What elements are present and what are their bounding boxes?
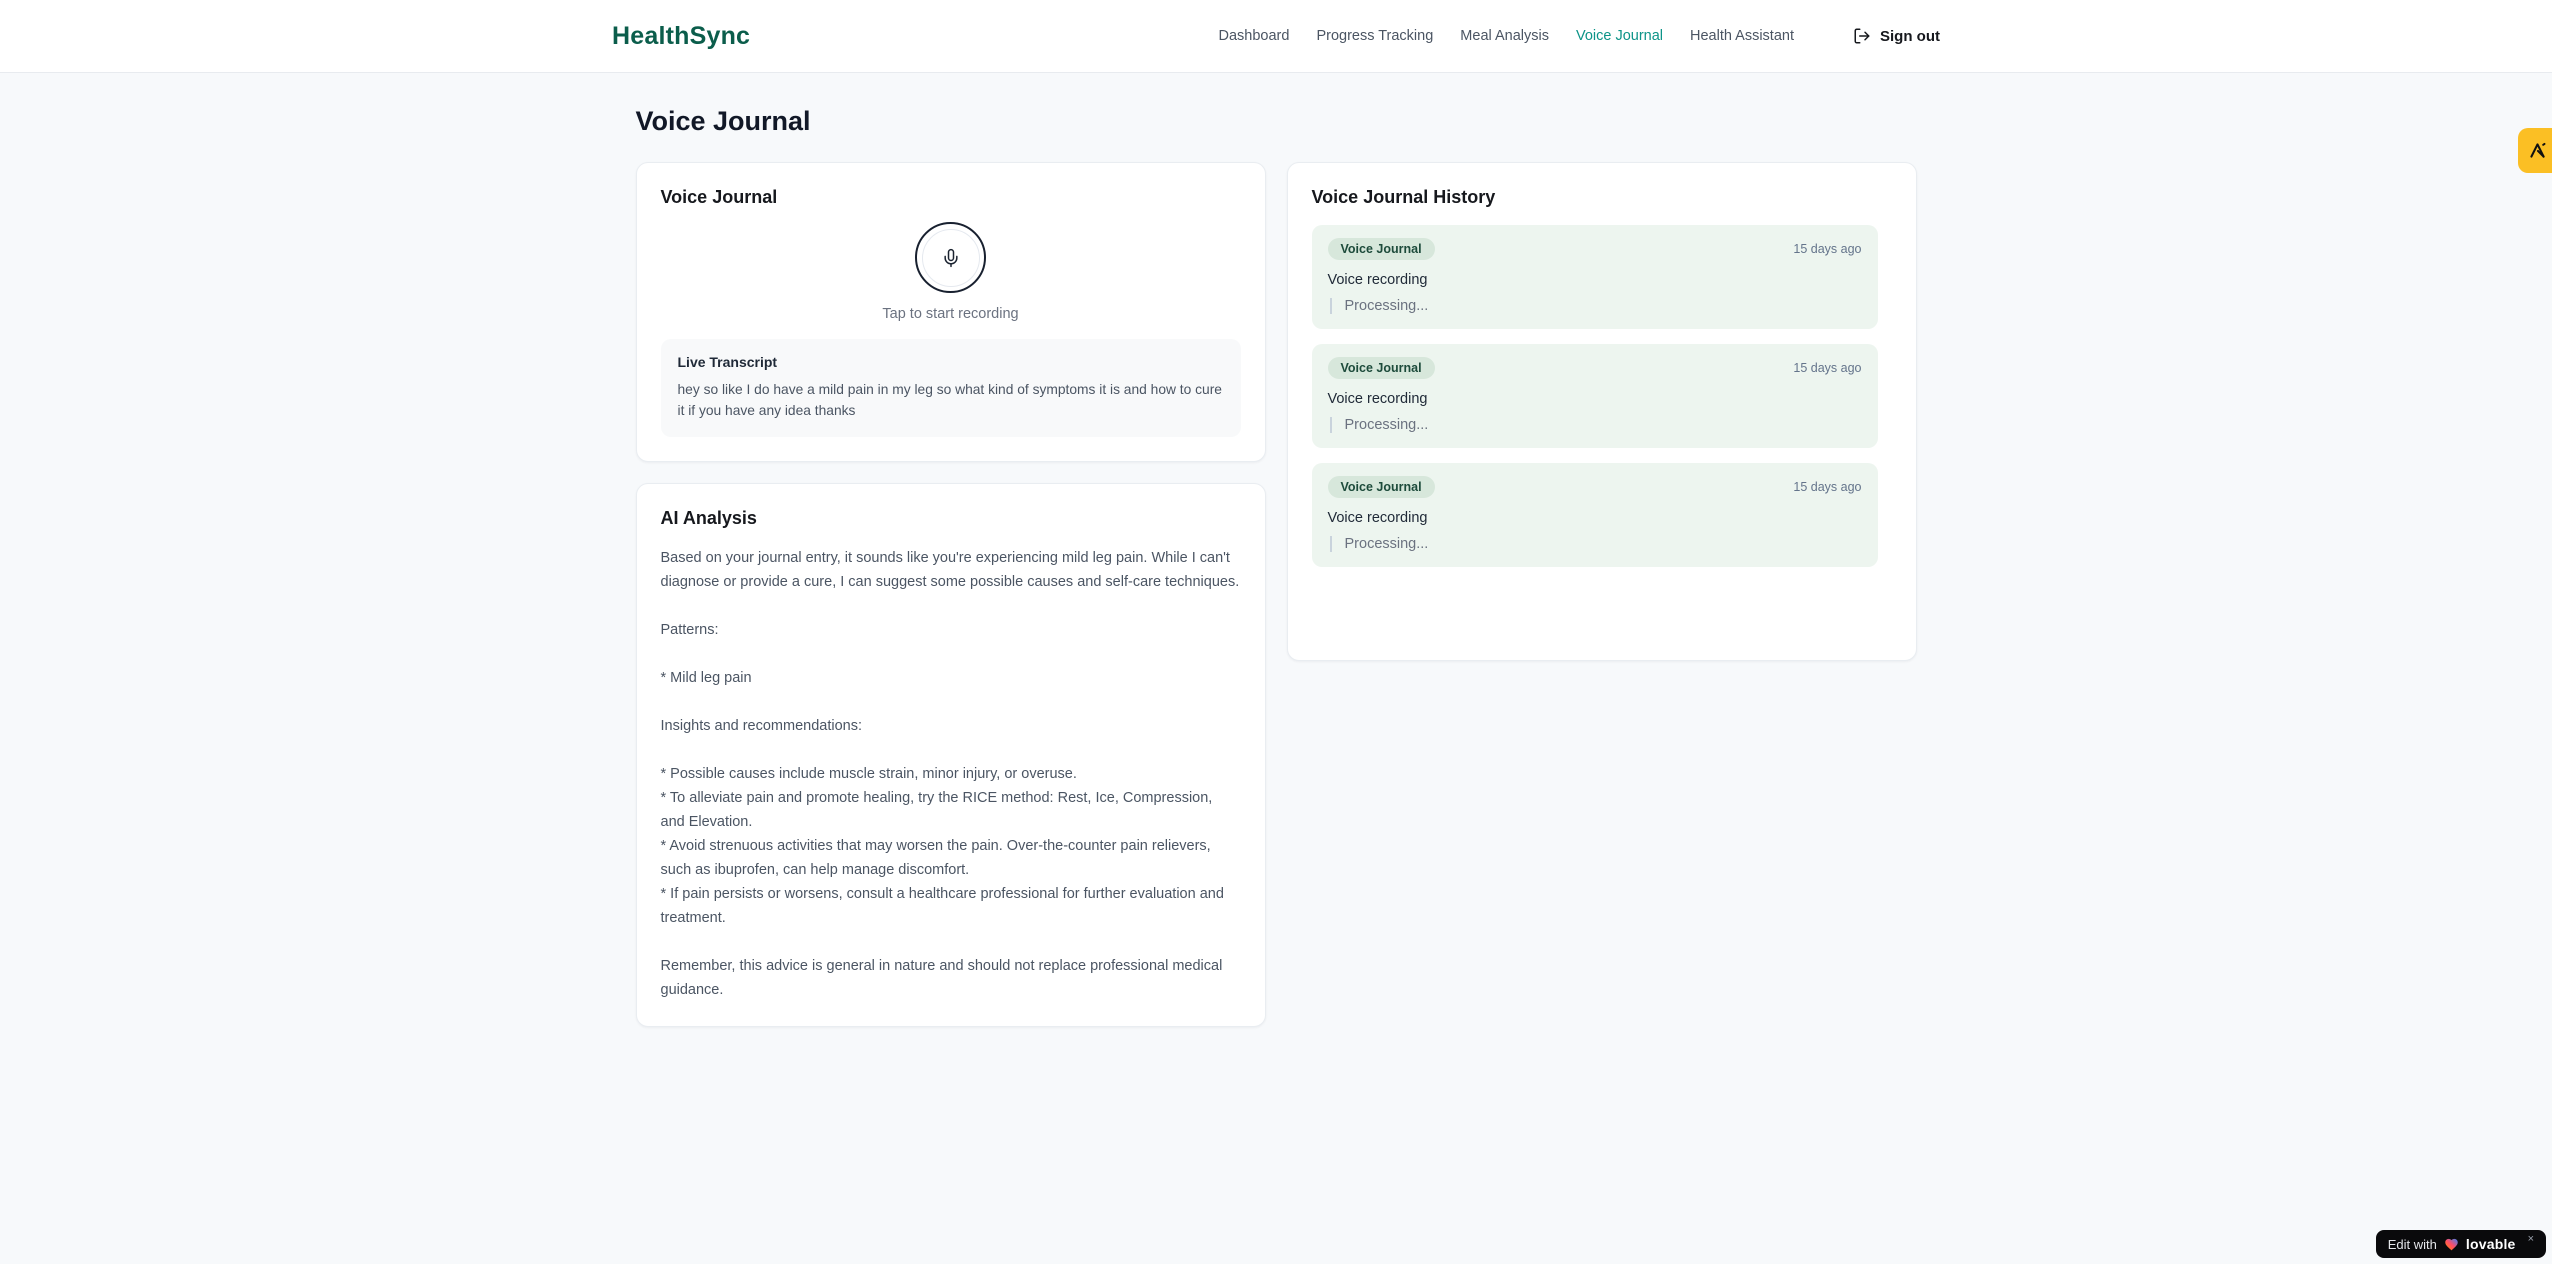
ai-analysis-card: AI Analysis Based on your journal entry,… bbox=[635, 482, 1266, 1027]
nav-item-dashboard[interactable]: Dashboard bbox=[1219, 28, 1290, 44]
page-content: Voice Journal Voice Journal Tap to start… bbox=[635, 73, 1917, 1027]
app-logo[interactable]: HealthSync bbox=[612, 22, 750, 51]
entry-type-badge: Voice Journal bbox=[1327, 476, 1435, 498]
entry-type-badge: Voice Journal bbox=[1327, 357, 1435, 379]
microphone-icon bbox=[941, 248, 961, 268]
ai-analysis-body: Based on your journal entry, it sounds l… bbox=[660, 549, 1240, 998]
tap-to-record-hint: Tap to start recording bbox=[882, 306, 1019, 322]
recorder-card-title: Voice Journal bbox=[660, 187, 778, 207]
history-card-title: Voice Journal History bbox=[1311, 187, 1496, 207]
gradient-heart-icon bbox=[2444, 1237, 2459, 1252]
log-out-icon bbox=[1853, 27, 1871, 45]
voice-journal-history-card: Voice Journal History Voice Journal 15 d… bbox=[1286, 162, 1917, 661]
history-entry[interactable]: Voice Journal 15 days ago Voice recordin… bbox=[1311, 225, 1878, 329]
edit-with-label: Edit with bbox=[2387, 1236, 2437, 1252]
lovable-badge-icon bbox=[2527, 140, 2548, 161]
history-list: Voice Journal 15 days ago Voice recordin… bbox=[1311, 225, 1892, 567]
live-transcript-text: hey so like I do have a mild pain in my … bbox=[677, 382, 1222, 419]
entry-title: Voice recording bbox=[1327, 272, 1428, 288]
edit-with-lovable-badge[interactable]: Edit with lovable × bbox=[2375, 1230, 2546, 1258]
history-entry[interactable]: Voice Journal 15 days ago Voice recordin… bbox=[1311, 344, 1878, 448]
top-navbar: HealthSync Dashboard Progress Tracking M… bbox=[0, 0, 2552, 73]
entry-status: Processing... bbox=[1329, 536, 1862, 552]
entry-title: Voice recording bbox=[1327, 391, 1428, 407]
entry-title: Voice recording bbox=[1327, 510, 1428, 526]
nav-item-health-assistant[interactable]: Health Assistant bbox=[1690, 28, 1794, 44]
nav-item-voice-journal[interactable]: Voice Journal bbox=[1576, 28, 1663, 44]
entry-timestamp: 15 days ago bbox=[1793, 480, 1862, 494]
main-nav: Dashboard Progress Tracking Meal Analysi… bbox=[1219, 27, 1941, 45]
sign-out-button[interactable]: Sign out bbox=[1853, 27, 1940, 45]
history-entry[interactable]: Voice Journal 15 days ago Voice recordin… bbox=[1311, 463, 1878, 567]
entry-timestamp: 15 days ago bbox=[1793, 242, 1862, 256]
live-transcript-title: Live Transcript bbox=[677, 354, 778, 370]
ai-analysis-title: AI Analysis bbox=[660, 507, 757, 528]
voice-recorder-card: Voice Journal Tap to start recording Liv… bbox=[635, 162, 1266, 462]
entry-timestamp: 15 days ago bbox=[1793, 361, 1862, 375]
lovable-label: lovable bbox=[2465, 1236, 2516, 1252]
page-title: Voice Journal bbox=[635, 106, 811, 136]
close-icon[interactable]: × bbox=[2528, 1233, 2534, 1245]
entry-type-badge: Voice Journal bbox=[1327, 238, 1435, 260]
lovable-side-badge[interactable] bbox=[2518, 128, 2552, 173]
record-button[interactable] bbox=[915, 222, 986, 293]
nav-item-meal-analysis[interactable]: Meal Analysis bbox=[1460, 28, 1549, 44]
entry-status: Processing... bbox=[1329, 417, 1862, 433]
nav-item-progress-tracking[interactable]: Progress Tracking bbox=[1316, 28, 1433, 44]
sign-out-label: Sign out bbox=[1880, 27, 1940, 45]
entry-status: Processing... bbox=[1329, 298, 1862, 314]
live-transcript-box: Live Transcript hey so like I do have a … bbox=[660, 339, 1241, 437]
